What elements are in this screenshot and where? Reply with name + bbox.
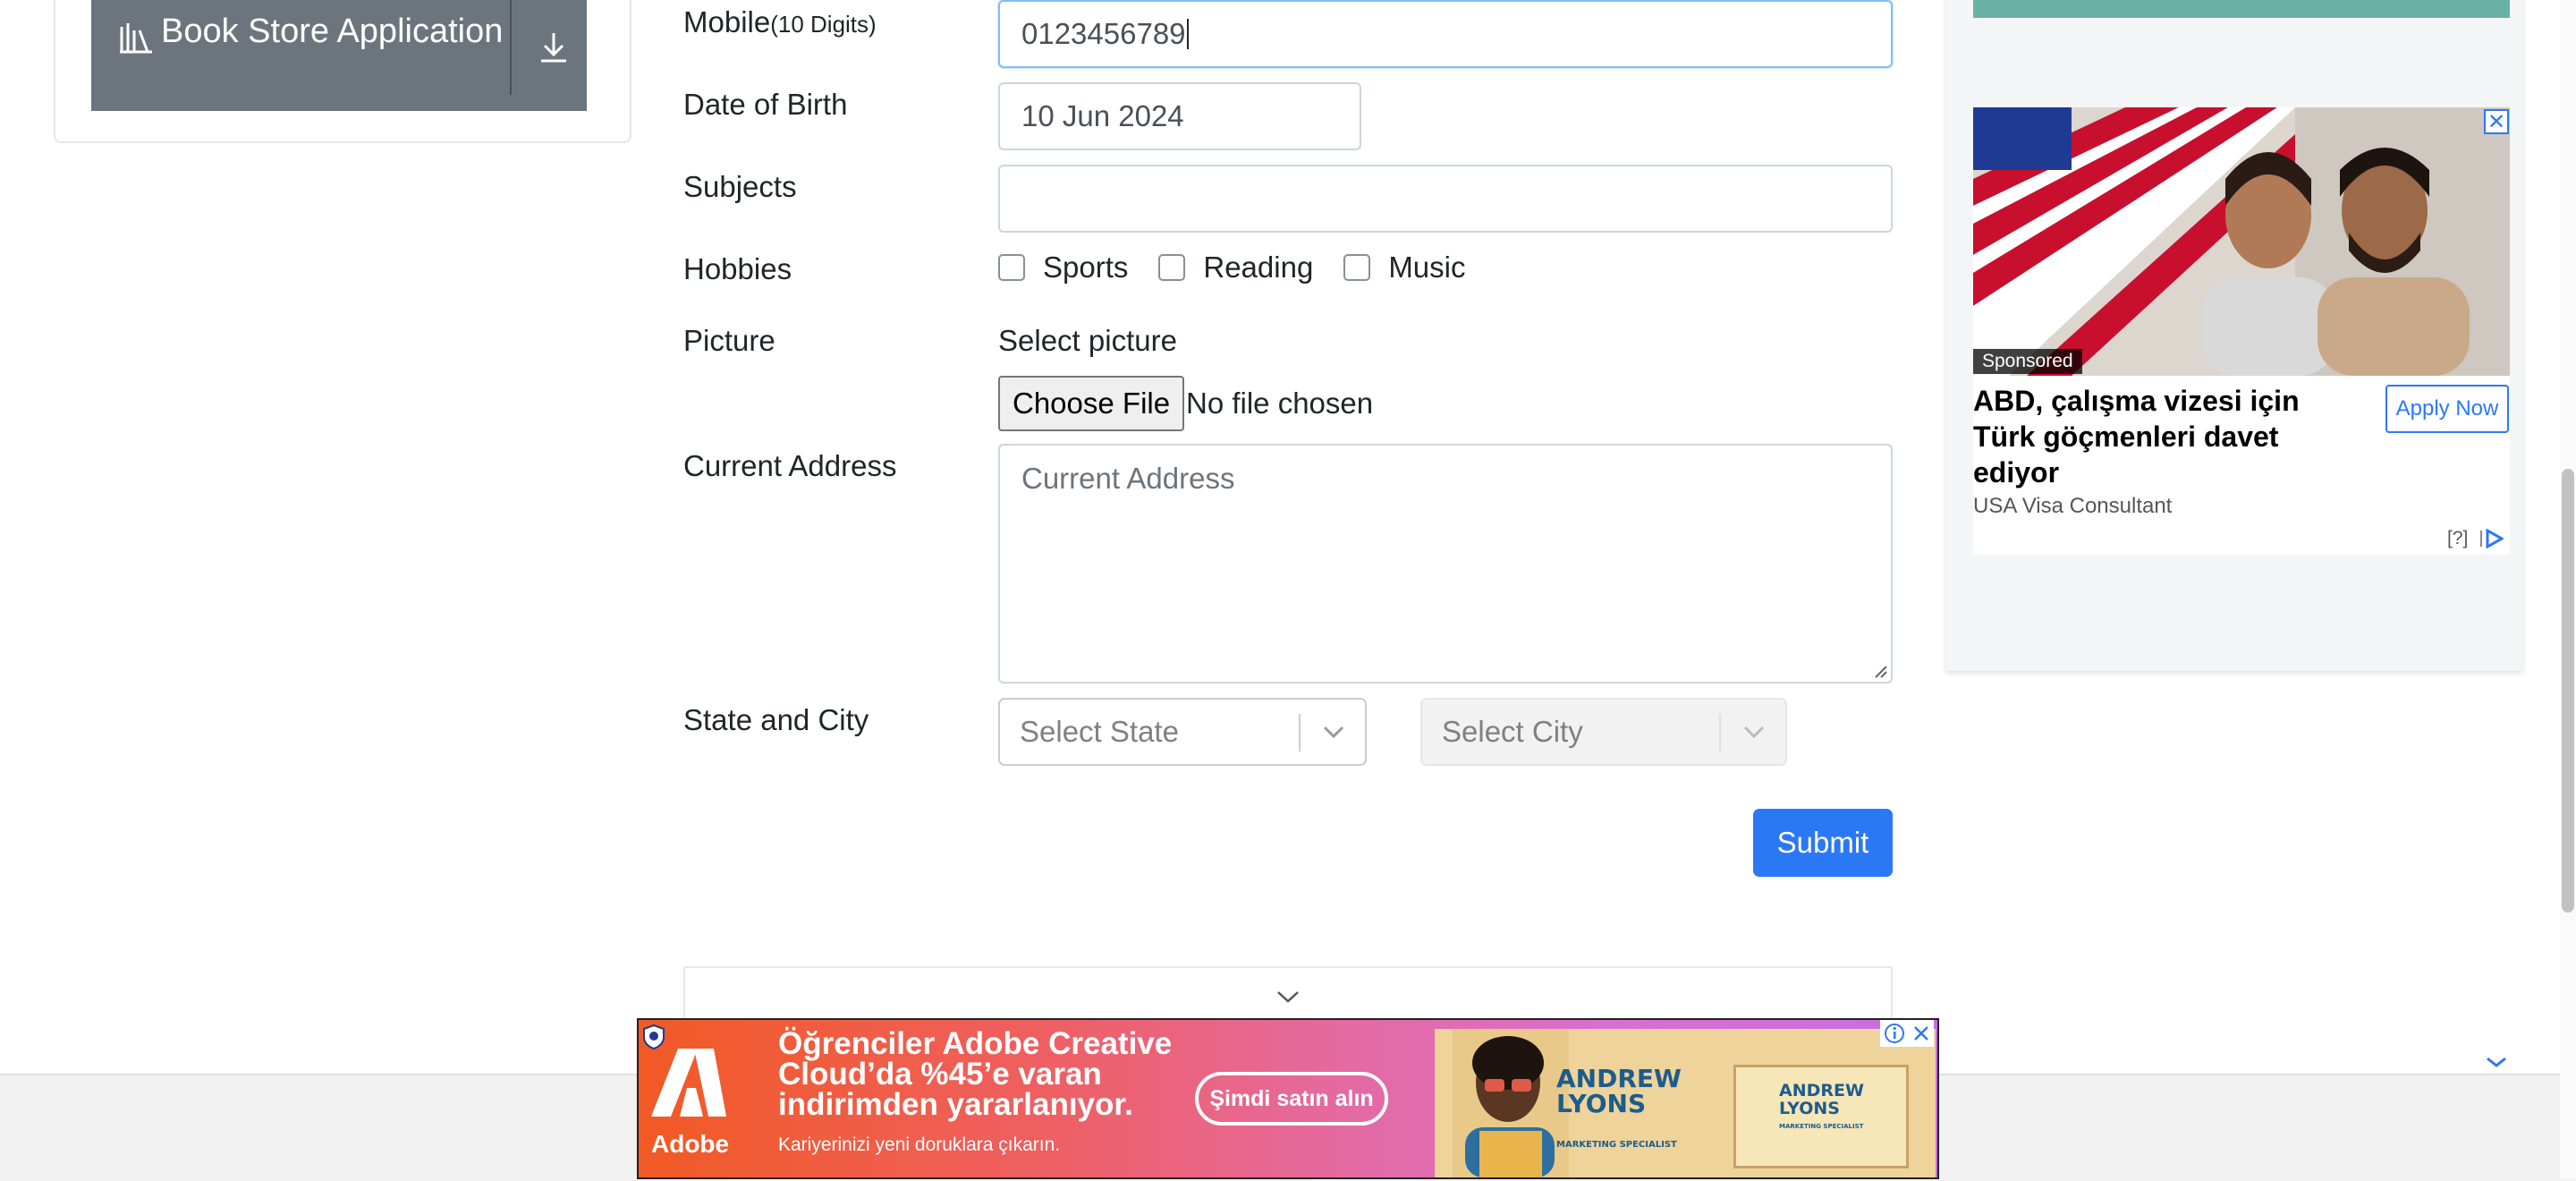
state-city-label: State and City	[683, 703, 869, 736]
chevron-down-icon[interactable]	[2485, 1056, 2508, 1068]
choose-file-button[interactable]: Choose File	[998, 376, 1185, 431]
promo-name: ANDREW LYONS	[1556, 1064, 1682, 1118]
adobe-logo: Adobe	[646, 1045, 732, 1161]
separator	[1719, 714, 1721, 752]
dob-label: Date of Birth	[683, 88, 848, 121]
collapsed-section[interactable]	[683, 966, 1893, 1020]
banner-headline[interactable]: Öğrenciler Adobe Creative Cloud’da %45’e…	[778, 1028, 1208, 1120]
books-icon	[118, 21, 154, 62]
music-label[interactable]: Music	[1388, 251, 1465, 285]
city-select[interactable]: Select City	[1420, 698, 1787, 766]
file-status: No file chosen	[1186, 387, 1374, 420]
banner-promo-image: ANDREW LYONS MARKETING SPECIALIST ANDREW…	[1435, 1029, 1936, 1177]
promo-title: MARKETING SPECIALIST	[1556, 1140, 1677, 1150]
chevron-down-icon[interactable]	[1723, 700, 1785, 764]
address-label: Current Address	[683, 449, 897, 482]
info-icon[interactable]	[1884, 1023, 1905, 1044]
hobbies-label: Hobbies	[683, 252, 792, 285]
download-icon[interactable]	[521, 0, 587, 95]
ad-headline[interactable]: ABD, çalışma vizesi için Türk göçmenleri…	[1973, 383, 2367, 490]
reading-label[interactable]: Reading	[1203, 251, 1313, 285]
sidebar-item-label: Book Store Application	[161, 13, 504, 50]
ad-advertiser[interactable]: USA Visa Consultant	[1973, 494, 2172, 519]
select-picture-label: Select picture	[998, 324, 1177, 357]
dob-value: 10 Jun 2024	[1021, 99, 1184, 132]
mobile-label: Mobile(10 Digits)	[683, 5, 877, 39]
separator	[1299, 714, 1301, 752]
apply-now-button[interactable]: Apply Now	[2385, 385, 2509, 433]
close-icon[interactable]	[1911, 1024, 1931, 1043]
promo-name-small: ANDREW LYONS	[1779, 1081, 1864, 1118]
chevron-down-icon[interactable]	[1302, 700, 1365, 764]
subjects-label: Subjects	[683, 170, 797, 203]
sports-checkbox[interactable]	[998, 254, 1025, 281]
mobile-label-text: Mobile	[683, 5, 771, 38]
hobbies-group: Sports Reading Music	[998, 251, 1496, 285]
text-caret	[1186, 19, 1189, 49]
submit-button[interactable]: Submit	[1753, 809, 1893, 877]
state-placeholder: Select State	[1020, 715, 1179, 748]
sponsored-badge: Sponsored	[1973, 349, 2082, 374]
resize-handle-icon[interactable]	[1873, 664, 1887, 678]
address-textarea[interactable]: Current Address	[998, 444, 1893, 684]
ad-info-text[interactable]: [?]	[2447, 528, 2468, 548]
ad-info-link[interactable]: [?]	[2447, 528, 2505, 550]
adobe-wordmark: Adobe	[651, 1130, 730, 1158]
ad-image-strip	[1973, 0, 2510, 18]
music-checkbox[interactable]	[1343, 254, 1371, 281]
scrollbar-thumb[interactable]	[2562, 469, 2574, 913]
chevron-down-icon[interactable]	[1275, 990, 1301, 1004]
banner-subtext: Kariyerinizi yeni doruklara çıkarın.	[778, 1134, 1061, 1155]
mobile-hint: (10 Digits)	[770, 11, 877, 38]
mobile-value: 0123456789	[1021, 17, 1186, 50]
divider	[510, 0, 512, 95]
mobile-field[interactable]: 0123456789	[998, 0, 1893, 68]
dob-field[interactable]: 10 Jun 2024	[998, 82, 1361, 150]
portrait-image	[1453, 1029, 1569, 1177]
subjects-input[interactable]	[998, 165, 1893, 233]
promo-card: ANDREW LYONS MARKETING SPECIALIST	[1733, 1065, 1909, 1168]
adchoices-icon[interactable]	[2479, 528, 2505, 550]
banner-cta-button[interactable]: Şimdi satın alın	[1195, 1072, 1388, 1126]
address-placeholder: Current Address	[1021, 462, 1235, 495]
state-select[interactable]: Select State	[998, 698, 1367, 766]
ad-photo[interactable]	[1973, 107, 2510, 376]
adobe-logo-icon	[651, 1049, 726, 1117]
banner-adchoices[interactable]	[1880, 1020, 1934, 1047]
sports-label[interactable]: Sports	[1043, 251, 1128, 285]
reading-checkbox[interactable]	[1158, 254, 1186, 281]
city-placeholder: Select City	[1442, 715, 1583, 748]
promo-title-small: MARKETING SPECIALIST	[1779, 1123, 1864, 1130]
close-icon[interactable]: ✕	[2484, 109, 2509, 134]
sidebar-item-book-store[interactable]: Book Store Application	[91, 0, 587, 111]
picture-label: Picture	[683, 324, 775, 357]
